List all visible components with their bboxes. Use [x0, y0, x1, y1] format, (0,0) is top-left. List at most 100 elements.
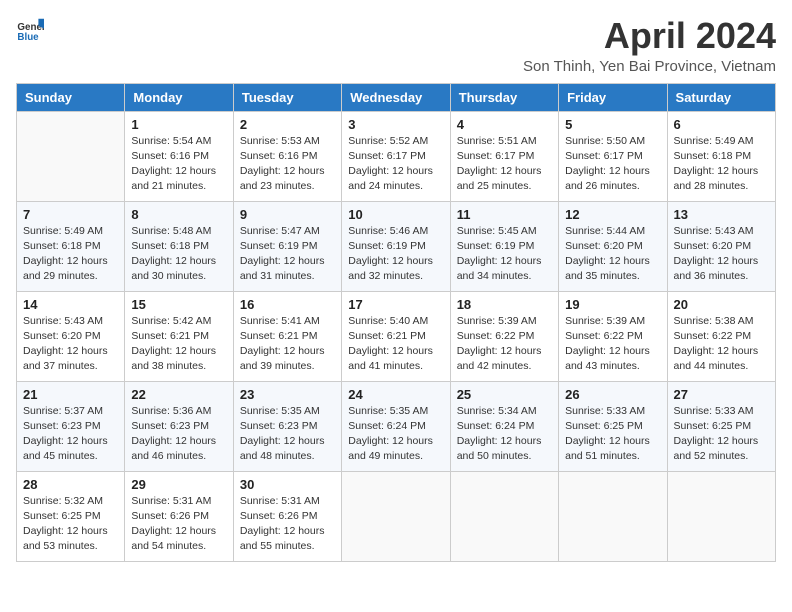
calendar-cell: 29 Sunrise: 5:31 AMSunset: 6:26 PMDayligh…	[125, 471, 233, 561]
calendar-cell: 9Sunrise: 5:47 AMSunset: 6:19 PMDaylight…	[233, 201, 341, 291]
day-number: 29	[131, 477, 226, 492]
calendar-header-row: SundayMondayTuesdayWednesdayThursdayFrid…	[17, 83, 776, 111]
title-block: April 2024 Son Thinh, Yen Bai Province, …	[523, 16, 776, 75]
day-number: 25	[457, 387, 552, 402]
calendar-cell: 12 Sunrise: 5:44 AMSunset: 6:20 PMDayligh…	[559, 201, 667, 291]
col-header-tuesday: Tuesday	[233, 83, 341, 111]
day-number: 16	[240, 297, 335, 312]
col-header-friday: Friday	[559, 83, 667, 111]
day-info: Sunrise: 5:48 AMSunset: 6:18 PMDaylight:…	[131, 224, 226, 285]
day-info: Sunrise: 5:33 AMSunset: 6:25 PMDaylight:…	[674, 404, 769, 465]
header: General Blue April 2024 Son Thinh, Yen B…	[16, 16, 776, 75]
calendar-cell: 20 Sunrise: 5:38 AMSunset: 6:22 PMDayligh…	[667, 291, 775, 381]
calendar-cell: 27 Sunrise: 5:33 AMSunset: 6:25 PMDayligh…	[667, 381, 775, 471]
day-info: Sunrise: 5:39 AMSunset: 6:22 PMDaylight:…	[457, 314, 552, 375]
calendar-cell	[450, 471, 558, 561]
col-header-saturday: Saturday	[667, 83, 775, 111]
day-number: 12	[565, 207, 660, 222]
calendar-cell: 16 Sunrise: 5:41 AMSunset: 6:21 PMDayligh…	[233, 291, 341, 381]
calendar-body: 1Sunrise: 5:54 AMSunset: 6:16 PMDaylight…	[17, 111, 776, 561]
calendar-cell: 28 Sunrise: 5:32 AMSunset: 6:25 PMDayligh…	[17, 471, 125, 561]
calendar-cell: 15 Sunrise: 5:42 AMSunset: 6:21 PMDayligh…	[125, 291, 233, 381]
calendar-cell: 25 Sunrise: 5:34 AMSunset: 6:24 PMDayligh…	[450, 381, 558, 471]
calendar-cell: 8 Sunrise: 5:48 AMSunset: 6:18 PMDaylight…	[125, 201, 233, 291]
calendar-cell: 30 Sunrise: 5:31 AMSunset: 6:26 PMDayligh…	[233, 471, 341, 561]
week-row-5: 28 Sunrise: 5:32 AMSunset: 6:25 PMDayligh…	[17, 471, 776, 561]
day-info: Sunrise: 5:41 AMSunset: 6:21 PMDaylight:…	[240, 314, 335, 375]
day-info: Sunrise: 5:44 AMSunset: 6:20 PMDaylight:…	[565, 224, 660, 285]
day-info: Sunrise: 5:51 AMSunset: 6:17 PMDaylight:…	[457, 134, 552, 195]
day-number: 30	[240, 477, 335, 492]
day-number: 21	[23, 387, 118, 402]
day-info: Sunrise: 5:49 AMSunset: 6:18 PMDaylight:…	[674, 134, 769, 195]
day-info: Sunrise: 5:38 AMSunset: 6:22 PMDaylight:…	[674, 314, 769, 375]
day-number: 5	[565, 117, 660, 132]
calendar-cell: 23Sunrise: 5:35 AMSunset: 6:23 PMDayligh…	[233, 381, 341, 471]
day-info: Sunrise: 5:52 AMSunset: 6:17 PMDaylight:…	[348, 134, 443, 195]
day-info: Sunrise: 5:43 AMSunset: 6:20 PMDaylight:…	[674, 224, 769, 285]
day-info: Sunrise: 5:35 AMSunset: 6:24 PMDaylight:…	[348, 404, 443, 465]
calendar-cell: 26Sunrise: 5:33 AMSunset: 6:25 PMDayligh…	[559, 381, 667, 471]
day-number: 20	[674, 297, 769, 312]
day-info: Sunrise: 5:34 AMSunset: 6:24 PMDaylight:…	[457, 404, 552, 465]
day-number: 24	[348, 387, 443, 402]
day-info: Sunrise: 5:42 AMSunset: 6:21 PMDaylight:…	[131, 314, 226, 375]
calendar-cell: 6 Sunrise: 5:49 AMSunset: 6:18 PMDaylight…	[667, 111, 775, 201]
calendar-cell: 5Sunrise: 5:50 AMSunset: 6:17 PMDaylight…	[559, 111, 667, 201]
day-number: 3	[348, 117, 443, 132]
day-number: 28	[23, 477, 118, 492]
day-info: Sunrise: 5:46 AMSunset: 6:19 PMDaylight:…	[348, 224, 443, 285]
day-number: 1	[131, 117, 226, 132]
logo-icon: General Blue	[16, 16, 44, 44]
day-number: 19	[565, 297, 660, 312]
day-number: 2	[240, 117, 335, 132]
logo: General Blue	[16, 16, 44, 44]
subtitle: Son Thinh, Yen Bai Province, Vietnam	[523, 58, 776, 75]
calendar-cell	[559, 471, 667, 561]
week-row-1: 1Sunrise: 5:54 AMSunset: 6:16 PMDaylight…	[17, 111, 776, 201]
day-info: Sunrise: 5:31 AMSunset: 6:26 PMDaylight:…	[131, 494, 226, 555]
day-number: 9	[240, 207, 335, 222]
day-info: Sunrise: 5:31 AMSunset: 6:26 PMDaylight:…	[240, 494, 335, 555]
calendar-cell: 11Sunrise: 5:45 AMSunset: 6:19 PMDayligh…	[450, 201, 558, 291]
day-info: Sunrise: 5:35 AMSunset: 6:23 PMDaylight:…	[240, 404, 335, 465]
calendar-cell: 13 Sunrise: 5:43 AMSunset: 6:20 PMDayligh…	[667, 201, 775, 291]
day-number: 17	[348, 297, 443, 312]
calendar-cell: 14 Sunrise: 5:43 AMSunset: 6:20 PMDayligh…	[17, 291, 125, 381]
week-row-3: 14 Sunrise: 5:43 AMSunset: 6:20 PMDayligh…	[17, 291, 776, 381]
col-header-sunday: Sunday	[17, 83, 125, 111]
svg-text:Blue: Blue	[17, 32, 39, 43]
day-number: 14	[23, 297, 118, 312]
day-number: 27	[674, 387, 769, 402]
calendar-cell: 10 Sunrise: 5:46 AMSunset: 6:19 PMDayligh…	[342, 201, 450, 291]
day-info: Sunrise: 5:53 AMSunset: 6:16 PMDaylight:…	[240, 134, 335, 195]
calendar-cell: 21Sunrise: 5:37 AMSunset: 6:23 PMDayligh…	[17, 381, 125, 471]
day-number: 6	[674, 117, 769, 132]
calendar-cell: 19 Sunrise: 5:39 AMSunset: 6:22 PMDayligh…	[559, 291, 667, 381]
calendar-cell: 18 Sunrise: 5:39 AMSunset: 6:22 PMDayligh…	[450, 291, 558, 381]
day-info: Sunrise: 5:39 AMSunset: 6:22 PMDaylight:…	[565, 314, 660, 375]
day-info: Sunrise: 5:32 AMSunset: 6:25 PMDaylight:…	[23, 494, 118, 555]
calendar-cell: 1Sunrise: 5:54 AMSunset: 6:16 PMDaylight…	[125, 111, 233, 201]
day-number: 18	[457, 297, 552, 312]
calendar-cell: 4Sunrise: 5:51 AMSunset: 6:17 PMDaylight…	[450, 111, 558, 201]
col-header-thursday: Thursday	[450, 83, 558, 111]
calendar-cell	[17, 111, 125, 201]
col-header-monday: Monday	[125, 83, 233, 111]
day-number: 11	[457, 207, 552, 222]
day-number: 10	[348, 207, 443, 222]
calendar-cell: 3 Sunrise: 5:52 AMSunset: 6:17 PMDaylight…	[342, 111, 450, 201]
calendar-table: SundayMondayTuesdayWednesdayThursdayFrid…	[16, 83, 776, 562]
calendar-cell: 24 Sunrise: 5:35 AMSunset: 6:24 PMDayligh…	[342, 381, 450, 471]
calendar-cell: 7Sunrise: 5:49 AMSunset: 6:18 PMDaylight…	[17, 201, 125, 291]
day-info: Sunrise: 5:33 AMSunset: 6:25 PMDaylight:…	[565, 404, 660, 465]
day-number: 22	[131, 387, 226, 402]
calendar-cell: 17Sunrise: 5:40 AMSunset: 6:21 PMDayligh…	[342, 291, 450, 381]
day-number: 15	[131, 297, 226, 312]
month-title: April 2024	[523, 16, 776, 56]
week-row-2: 7Sunrise: 5:49 AMSunset: 6:18 PMDaylight…	[17, 201, 776, 291]
day-number: 8	[131, 207, 226, 222]
day-number: 13	[674, 207, 769, 222]
day-info: Sunrise: 5:43 AMSunset: 6:20 PMDaylight:…	[23, 314, 118, 375]
calendar-cell	[667, 471, 775, 561]
